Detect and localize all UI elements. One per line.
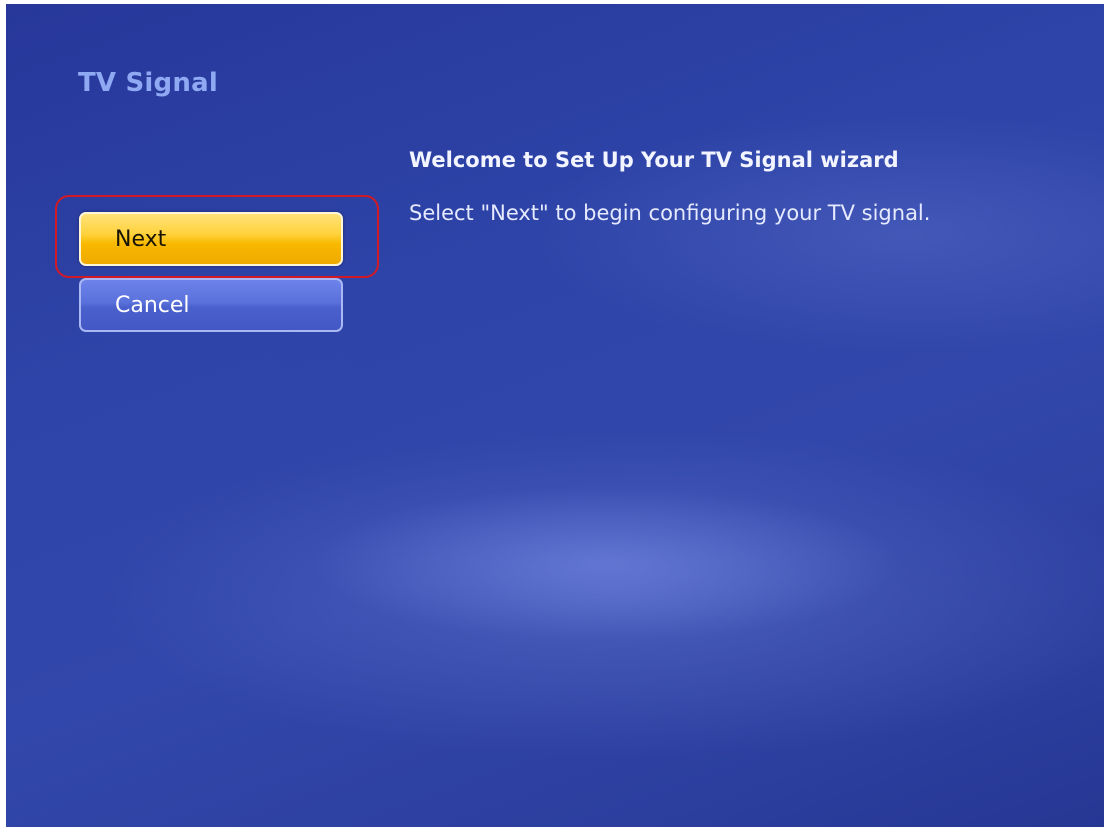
page-title: TV Signal — [78, 68, 218, 98]
cancel-button[interactable]: Cancel — [79, 278, 343, 332]
next-button[interactable]: Next — [79, 212, 343, 266]
wizard-heading: Welcome to Set Up Your TV Signal wizard — [409, 148, 899, 172]
wizard-screen: TV Signal Next Cancel Welcome to Set Up … — [6, 4, 1104, 827]
wizard-instruction: Select "Next" to begin configuring your … — [409, 201, 931, 225]
